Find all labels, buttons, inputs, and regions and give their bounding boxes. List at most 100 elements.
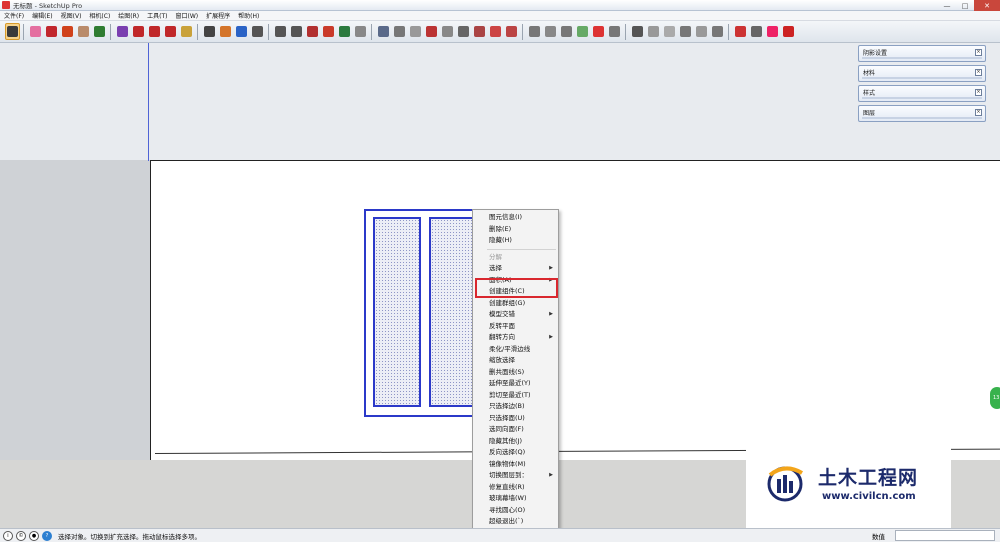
tool-32-tool-button[interactable] bbox=[543, 23, 558, 40]
wall-face[interactable] bbox=[150, 160, 1000, 460]
select-tool-button[interactable] bbox=[4, 23, 20, 40]
rectangle-tool-button[interactable] bbox=[76, 23, 91, 40]
measurements-input[interactable] bbox=[895, 530, 995, 541]
context-menu-item[interactable]: 删共面线(S) bbox=[473, 367, 558, 379]
tool-39-tool-button[interactable] bbox=[662, 23, 677, 40]
tray-panel[interactable]: 阴影设置 × bbox=[858, 45, 986, 62]
tool-28-tool-button[interactable] bbox=[472, 23, 487, 40]
tray-panel[interactable]: 图层 × bbox=[858, 105, 986, 122]
close-button[interactable]: ✕ bbox=[974, 0, 1000, 11]
move-tool-button[interactable] bbox=[131, 23, 146, 40]
pushpull-tool-button[interactable] bbox=[92, 23, 107, 40]
context-menu-item[interactable]: 超级退出(`) bbox=[473, 516, 558, 528]
context-menu-item[interactable]: 柔化/平滑边线 bbox=[473, 344, 558, 356]
paint-tool-button[interactable] bbox=[218, 23, 233, 40]
tool-41-tool-button[interactable] bbox=[694, 23, 709, 40]
user-icon[interactable]: ● bbox=[29, 530, 39, 541]
pin-icon[interactable]: × bbox=[975, 49, 982, 56]
context-menu-item[interactable]: 隐藏其他(J) bbox=[473, 436, 558, 448]
zoom-tool-button[interactable] bbox=[273, 23, 288, 40]
menu-item[interactable]: 相机(C) bbox=[85, 11, 114, 20]
tool-27-tool-button[interactable] bbox=[456, 23, 471, 40]
tool-22-tool-button[interactable] bbox=[376, 23, 391, 40]
tool-25-tool-button[interactable] bbox=[424, 23, 439, 40]
menu-item[interactable]: 扩展程序 bbox=[202, 11, 234, 20]
pin-icon[interactable]: × bbox=[975, 89, 982, 96]
context-menu-item[interactable]: 镜像物体(M) bbox=[473, 459, 558, 471]
tool-23-tool-button[interactable] bbox=[392, 23, 407, 40]
context-menu-item[interactable]: 创建群组(G) bbox=[473, 298, 558, 310]
extension-tool-button[interactable] bbox=[337, 23, 352, 40]
credits-icon[interactable]: © bbox=[16, 530, 26, 541]
text-tool-button[interactable] bbox=[202, 23, 217, 40]
edge-badge[interactable]: 13 bbox=[990, 387, 1000, 409]
tool-36-tool-button[interactable] bbox=[607, 23, 622, 40]
pin-icon[interactable]: × bbox=[975, 109, 982, 116]
context-menu-item[interactable]: 只选择面(U) bbox=[473, 413, 558, 425]
context-menu-item[interactable]: 反向选择(Q) bbox=[473, 447, 558, 459]
pencil-tool-button[interactable] bbox=[44, 23, 59, 40]
tray-panel[interactable]: 材料 × bbox=[858, 65, 986, 82]
menu-item[interactable]: 窗口(W) bbox=[172, 11, 203, 20]
context-menu-item[interactable]: 只选择边(B) bbox=[473, 401, 558, 413]
pin-icon[interactable]: × bbox=[975, 69, 982, 76]
geo-location-icon[interactable]: i bbox=[3, 530, 13, 541]
components-tool-button[interactable] bbox=[321, 23, 336, 40]
tool-33-tool-button[interactable] bbox=[559, 23, 574, 40]
menu-item[interactable]: 文件(F) bbox=[0, 11, 28, 20]
context-menu-item[interactable]: 隐藏(H) bbox=[473, 235, 558, 247]
maximize-button[interactable]: □ bbox=[956, 0, 974, 11]
context-menu-item[interactable]: 反转平面 bbox=[473, 321, 558, 333]
menu-item[interactable]: 视图(V) bbox=[57, 11, 86, 20]
menu-item[interactable]: 编辑(E) bbox=[28, 11, 56, 20]
tray-panel[interactable]: 样式 × bbox=[858, 85, 986, 102]
rotate-tool-button[interactable] bbox=[147, 23, 162, 40]
context-menu-item[interactable]: 延伸至最近(Y) bbox=[473, 378, 558, 390]
tool-26-tool-button[interactable] bbox=[440, 23, 455, 40]
context-menu-item[interactable]: 寻找圆心(O) bbox=[473, 505, 558, 517]
tool-34-tool-button[interactable] bbox=[575, 23, 590, 40]
tool-29-tool-button[interactable] bbox=[488, 23, 503, 40]
tool-24-tool-button[interactable] bbox=[408, 23, 423, 40]
arc-tool-button[interactable] bbox=[60, 23, 75, 40]
menu-item[interactable]: 绘图(R) bbox=[114, 11, 143, 20]
tool-40-tool-button[interactable] bbox=[678, 23, 693, 40]
tool-35-tool-button[interactable] bbox=[591, 23, 606, 40]
tool-37-tool-button[interactable] bbox=[630, 23, 645, 40]
window-pane-right[interactable] bbox=[429, 217, 477, 407]
context-menu-item[interactable]: 图元信息(I) bbox=[473, 212, 558, 224]
context-menu-item[interactable]: 模型交错 ▶ bbox=[473, 309, 558, 321]
window-pane-left[interactable] bbox=[373, 217, 421, 407]
tool-21-tool-button[interactable] bbox=[353, 23, 368, 40]
menu-item[interactable]: 工具(T) bbox=[143, 11, 171, 20]
pan-tool-button[interactable] bbox=[250, 23, 265, 40]
orbit-tool-button[interactable] bbox=[234, 23, 249, 40]
warehouse-tool-button[interactable] bbox=[305, 23, 320, 40]
selected-window-geometry[interactable] bbox=[364, 209, 477, 417]
tool-38-tool-button[interactable] bbox=[646, 23, 661, 40]
context-menu-item[interactable]: 剪切至最近(T) bbox=[473, 390, 558, 402]
context-menu-item[interactable]: 选择 ▶ bbox=[473, 263, 558, 275]
tool-45-tool-button[interactable] bbox=[765, 23, 780, 40]
tool-42-tool-button[interactable] bbox=[710, 23, 725, 40]
context-menu-item[interactable]: 缩放选择 bbox=[473, 355, 558, 367]
tool-44-tool-button[interactable] bbox=[749, 23, 764, 40]
context-menu-item[interactable]: 玻璃幕墙(W) bbox=[473, 493, 558, 505]
context-menu-item[interactable]: 修复直线(R) bbox=[473, 482, 558, 494]
scale-tool-button[interactable] bbox=[163, 23, 178, 40]
offset-tool-button[interactable] bbox=[115, 23, 130, 40]
tool-30-tool-button[interactable] bbox=[504, 23, 519, 40]
context-menu-item[interactable]: 删除(E) bbox=[473, 224, 558, 236]
instructor-info-icon[interactable]: ? bbox=[42, 530, 52, 541]
tool-43-tool-button[interactable] bbox=[733, 23, 748, 40]
context-menu-item[interactable]: 选同向面(F) bbox=[473, 424, 558, 436]
minimize-button[interactable]: — bbox=[938, 0, 956, 11]
context-menu-item[interactable]: 翻转方向 ▶ bbox=[473, 332, 558, 344]
zoom-extents-tool-button[interactable] bbox=[289, 23, 304, 40]
context-menu-item[interactable]: 切换图层到： ▶ bbox=[473, 470, 558, 482]
tool-46-tool-button[interactable] bbox=[781, 23, 796, 40]
menu-item[interactable]: 帮助(H) bbox=[234, 11, 263, 20]
eraser-tool-button[interactable] bbox=[28, 23, 43, 40]
tape-tool-button[interactable] bbox=[179, 23, 194, 40]
tool-31-tool-button[interactable] bbox=[527, 23, 542, 40]
